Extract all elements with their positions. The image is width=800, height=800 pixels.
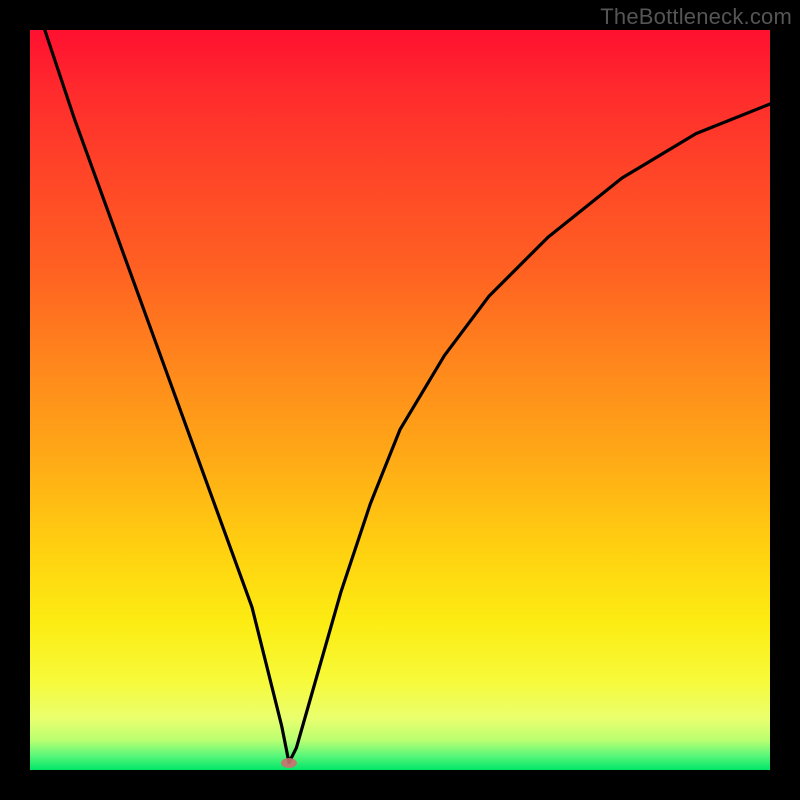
chart-area <box>30 30 770 770</box>
watermark-text: TheBottleneck.com <box>600 4 792 30</box>
chart-curve-svg <box>30 30 770 770</box>
chart-marker <box>281 758 297 768</box>
chart-curve <box>45 30 770 763</box>
